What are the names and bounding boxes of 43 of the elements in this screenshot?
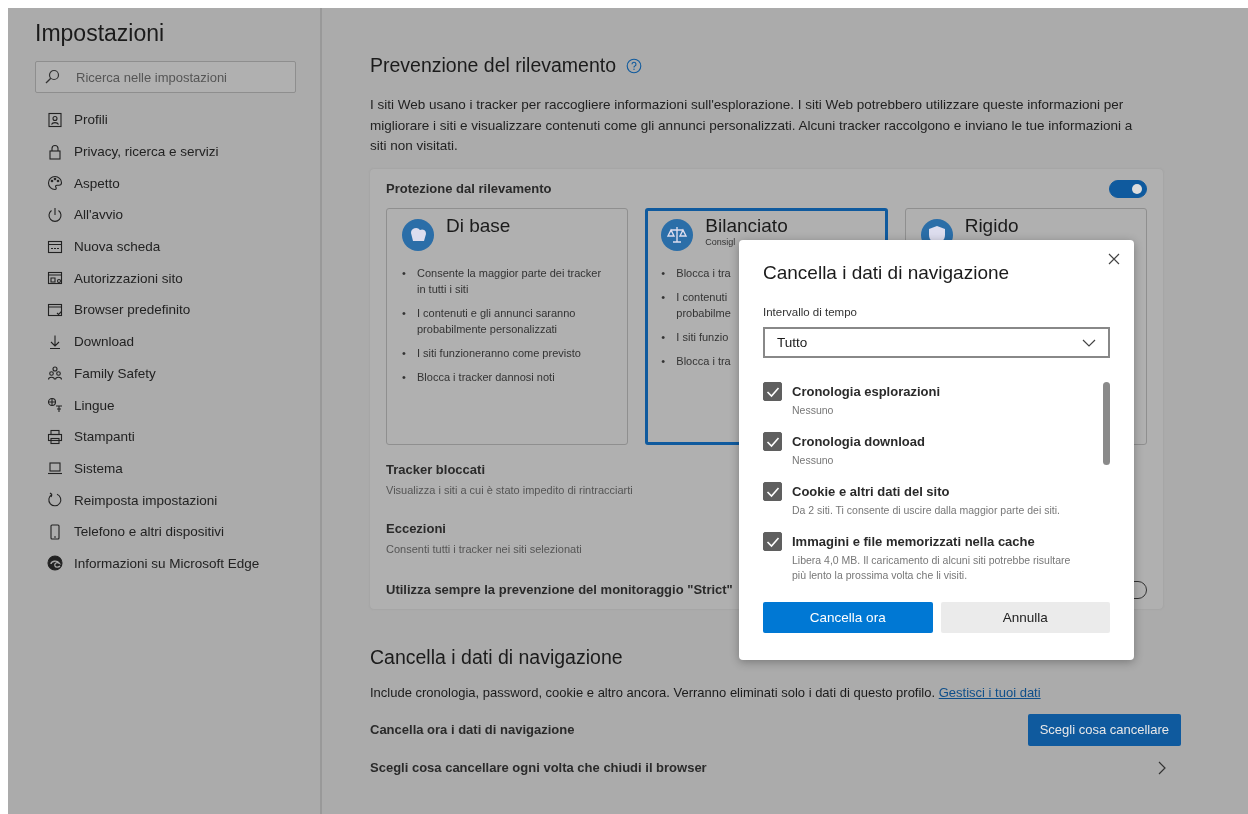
option-label: Cookie e altri dati del sito xyxy=(792,484,951,499)
section-heading: Cancella i dati di navigazione xyxy=(370,645,623,669)
level-bullet: Blocca i tracker dannosi noti xyxy=(417,369,555,385)
setting-label: Eccezioni xyxy=(386,520,446,536)
bullet-marker: • xyxy=(661,289,667,305)
setting-label: Tracker bloccati xyxy=(386,461,485,477)
bullet-marker: • xyxy=(661,353,667,369)
field-label: Intervallo di tempo xyxy=(763,306,858,318)
section-heading: Prevenzione del rilevamento xyxy=(370,54,617,77)
option-label: Immagini e file memorizzati nella cache xyxy=(792,534,1036,549)
setting-description: Visualizza i siti a cui è stato impedito di rintracciarti xyxy=(386,483,633,496)
level-bullet: Consente la maggior parte dei tracker in tutti i siti xyxy=(417,265,603,297)
option-detail: Libera 4,0 MB. Il caricamento di alcuni siti potrebbe risultare più lento la prossima volta che li visiti. xyxy=(792,553,1072,582)
bullet-marker: • xyxy=(661,329,667,345)
bullet-marker: • xyxy=(661,265,667,281)
dialog-title: Cancella i dati di navigazione xyxy=(763,262,1011,284)
bullet-marker: • xyxy=(402,345,407,361)
level-title: Di base xyxy=(446,214,511,237)
bullet-marker: • xyxy=(402,369,407,385)
level-bullet: I siti funzioneranno come previsto xyxy=(417,345,581,361)
option-detail: Da 2 siti. Ti consente di uscire dalla maggior parte dei siti. xyxy=(792,503,1061,518)
level-subtitle: Consigl xyxy=(705,236,737,247)
level-title: Bilanciato xyxy=(705,214,788,237)
setting-label: Protezione dal rilevamento xyxy=(386,181,552,196)
section-description: I siti Web usano i tracker per raccogliere informazioni sull'esplorazione. I siti Web potrebbero utilizzare queste informazioni per migliorare i siti e visualizzare contenuti come gli annunci personalizzati. Alcuni tracker raccolgono e inviano le tue informazioni a siti non visitati. xyxy=(370,96,1134,155)
level-bullet: I contenuti e gli annunci saranno probabilmente personalizzati xyxy=(417,305,577,337)
setting-description: Consenti tutti i tracker nei siti selezionati xyxy=(386,542,582,555)
bullet-marker: • xyxy=(402,265,407,281)
setting-label: Cancella ora i dati di navigazione xyxy=(370,722,575,737)
option-detail: Nessuno xyxy=(792,453,835,468)
level-bullet: Blocca i tra xyxy=(676,353,731,369)
level-title: Rigido xyxy=(964,214,1019,237)
option-label: Cronologia download xyxy=(792,434,926,449)
level-bullet: I contenuti probabilme xyxy=(676,289,732,321)
level-bullet: I siti funzio xyxy=(676,329,729,345)
option-detail: Nessuno xyxy=(792,403,835,418)
setting-label: Utilizza sempre la prevenzione del monitoraggio "Strict" xyxy=(386,582,733,597)
bullet-marker: • xyxy=(402,305,407,321)
level-bullet: Blocca i tra xyxy=(676,265,731,281)
section-description: Include cronologia, password, cookie e altro ancora. Verranno eliminati solo i dati di questo profilo. xyxy=(370,684,936,700)
settings-title: Impostazioni xyxy=(35,20,166,47)
setting-label: Scegli cosa cancellare ogni volta che chiudi il browser xyxy=(370,760,707,775)
option-label: Cronologia esplorazioni xyxy=(792,384,942,399)
